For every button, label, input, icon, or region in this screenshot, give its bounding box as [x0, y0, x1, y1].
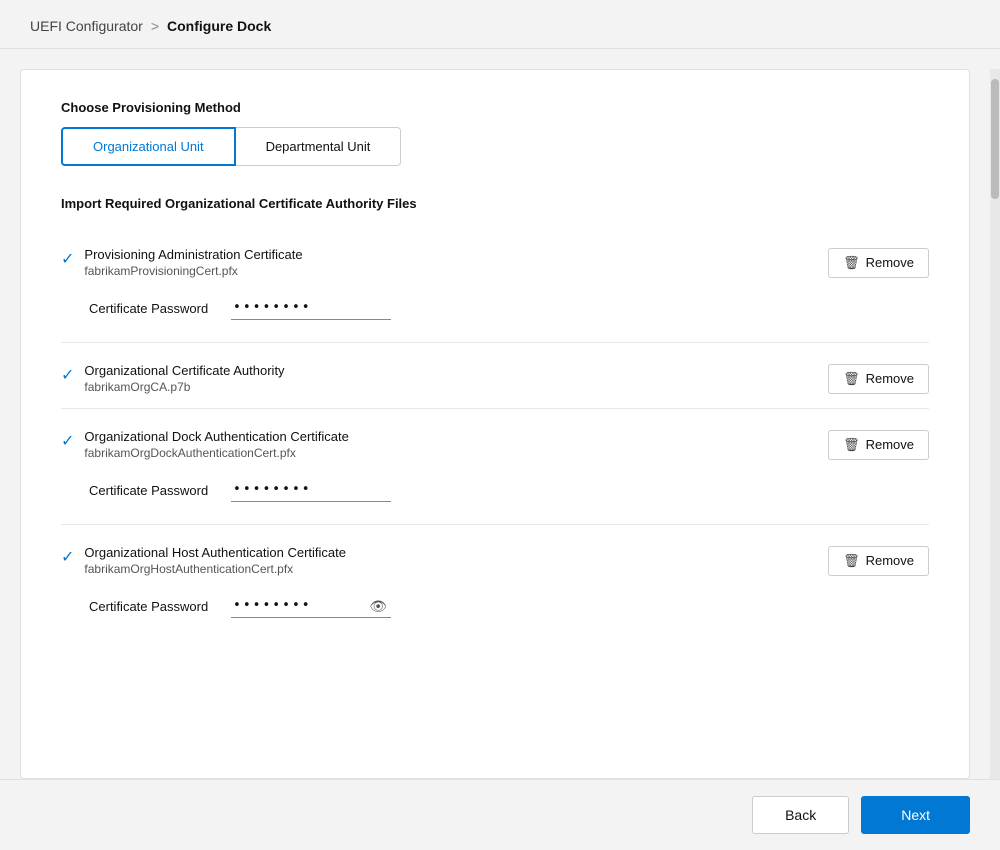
cert-info-org-host-auth: ✓ Organizational Host Authentication Cer… [61, 545, 346, 576]
remove-button-org-host-auth[interactable]: 🗑 Remove [828, 546, 929, 576]
password-input-wrap-org-dock-auth [231, 478, 391, 502]
scrollbar-thumb[interactable] [991, 79, 999, 199]
trash-icon-org-dock-auth: 🗑 [843, 437, 860, 453]
password-input-org-host-auth[interactable] [231, 594, 391, 618]
remove-button-prov-admin[interactable]: 🗑 Remove [828, 248, 929, 278]
divider-3 [61, 524, 929, 525]
cert-info-org-ca: ✓ Organizational Certificate Authority f… [61, 363, 285, 394]
check-icon-org-ca: ✓ [61, 365, 74, 385]
cert-block-prov-admin: ✓ Provisioning Administration Certificat… [61, 231, 929, 338]
cert-name-prov-admin: Provisioning Administration Certificate [84, 247, 302, 262]
scrollbar-track[interactable] [990, 69, 1000, 779]
remove-button-org-dock-auth[interactable]: 🗑 Remove [828, 430, 929, 460]
cert-row-org-dock-auth: ✓ Organizational Dock Authentication Cer… [61, 413, 929, 470]
provisioning-section-title: Choose Provisioning Method [61, 100, 929, 115]
remove-button-org-ca[interactable]: 🗑 Remove [828, 364, 929, 394]
remove-label-org-ca: Remove [866, 371, 914, 386]
header: UEFI Configurator > Configure Dock [0, 0, 1000, 49]
trash-icon-org-host-auth: 🗑 [843, 553, 860, 569]
remove-label-org-dock-auth: Remove [866, 437, 914, 452]
breadcrumb-current: Configure Dock [167, 18, 271, 34]
password-input-org-dock-auth[interactable] [231, 478, 391, 502]
password-label-org-dock-auth: Certificate Password [89, 483, 219, 498]
password-row-org-dock-auth: Certificate Password [61, 470, 929, 520]
cert-row-org-ca: ✓ Organizational Certificate Authority f… [61, 347, 929, 404]
cert-name-org-ca: Organizational Certificate Authority [84, 363, 284, 378]
trash-icon-prov-admin: 🗑 [843, 255, 860, 271]
cert-row-prov-admin: ✓ Provisioning Administration Certificat… [61, 231, 929, 288]
password-row-org-host-auth: Certificate Password 👁 [61, 586, 929, 636]
tab-organizational-unit[interactable]: Organizational Unit [61, 127, 236, 166]
password-input-wrap-org-host-auth: 👁 [231, 594, 391, 618]
divider-2 [61, 408, 929, 409]
cert-row-org-host-auth: ✓ Organizational Host Authentication Cer… [61, 529, 929, 586]
content-area: Choose Provisioning Method Organizationa… [20, 69, 970, 779]
cert-block-org-host-auth: ✓ Organizational Host Authentication Cer… [61, 529, 929, 636]
breadcrumb-separator: > [151, 18, 159, 34]
cert-info-prov-admin: ✓ Provisioning Administration Certificat… [61, 247, 303, 278]
cert-filename-org-host-auth: fabrikamOrgHostAuthenticationCert.pfx [84, 562, 346, 576]
back-button[interactable]: Back [752, 796, 849, 834]
trash-icon-org-ca: 🗑 [843, 371, 860, 387]
cert-block-org-ca: ✓ Organizational Certificate Authority f… [61, 347, 929, 404]
cert-details-prov-admin: Provisioning Administration Certificate … [84, 247, 302, 278]
remove-label-prov-admin: Remove [866, 255, 914, 270]
import-section-title: Import Required Organizational Certifica… [61, 196, 929, 211]
check-icon-org-host-auth: ✓ [61, 547, 74, 567]
divider-1 [61, 342, 929, 343]
breadcrumb-parent: UEFI Configurator [30, 18, 143, 34]
cert-details-org-ca: Organizational Certificate Authority fab… [84, 363, 284, 394]
next-button[interactable]: Next [861, 796, 970, 834]
password-label-prov-admin: Certificate Password [89, 301, 219, 316]
cert-filename-org-ca: fabrikamOrgCA.p7b [84, 380, 284, 394]
cert-details-org-host-auth: Organizational Host Authentication Certi… [84, 545, 346, 576]
tab-departmental-unit[interactable]: Departmental Unit [236, 127, 402, 166]
cert-info-org-dock-auth: ✓ Organizational Dock Authentication Cer… [61, 429, 349, 460]
remove-label-org-host-auth: Remove [866, 553, 914, 568]
cert-name-org-dock-auth: Organizational Dock Authentication Certi… [84, 429, 348, 444]
check-icon-prov-admin: ✓ [61, 249, 74, 269]
provisioning-tab-group: Organizational Unit Departmental Unit [61, 127, 929, 166]
cert-name-org-host-auth: Organizational Host Authentication Certi… [84, 545, 346, 560]
password-row-prov-admin: Certificate Password [61, 288, 929, 338]
cert-block-org-dock-auth: ✓ Organizational Dock Authentication Cer… [61, 413, 929, 520]
cert-filename-org-dock-auth: fabrikamOrgDockAuthenticationCert.pfx [84, 446, 348, 460]
cert-details-org-dock-auth: Organizational Dock Authentication Certi… [84, 429, 348, 460]
password-label-org-host-auth: Certificate Password [89, 599, 219, 614]
check-icon-org-dock-auth: ✓ [61, 431, 74, 451]
password-input-wrap-prov-admin [231, 296, 391, 320]
cert-filename-prov-admin: fabrikamProvisioningCert.pfx [84, 264, 302, 278]
main-content: Choose Provisioning Method Organizationa… [0, 49, 1000, 779]
password-input-prov-admin[interactable] [231, 296, 391, 320]
footer: Back Next [0, 779, 1000, 850]
eye-icon-org-host-auth[interactable]: 👁 [369, 598, 387, 615]
